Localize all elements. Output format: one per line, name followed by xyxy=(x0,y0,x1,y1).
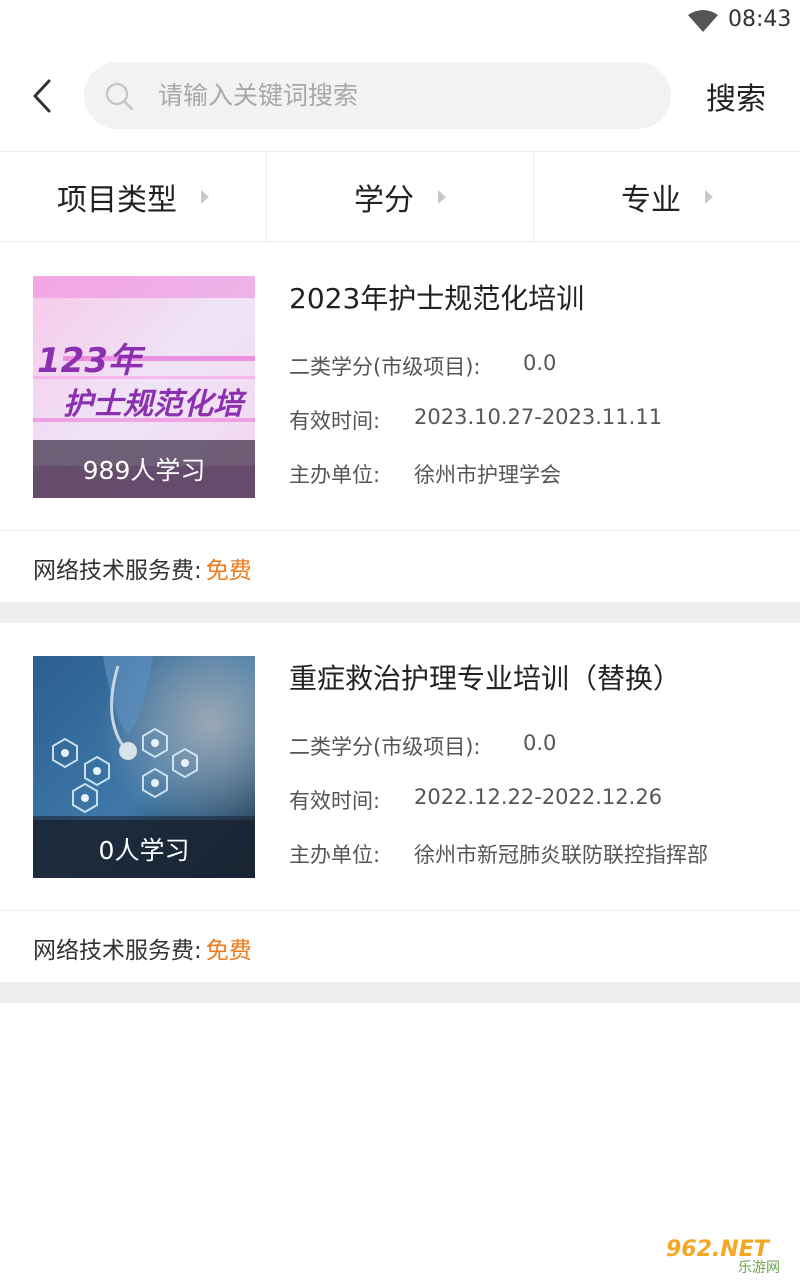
fee-value: 免费 xyxy=(205,938,252,964)
fee-row: 网络技术服务费: 免费 xyxy=(33,931,252,965)
learner-count: 989人学习 xyxy=(33,440,255,498)
valid-time-value: 2022.12.22-2022.12.26 xyxy=(414,785,663,809)
credit-label: 二类学分(市级项目): xyxy=(289,735,481,759)
credit-row: 二类学分(市级项目): 0.0 xyxy=(289,731,556,761)
valid-time-value: 2023.10.27-2023.11.11 xyxy=(414,405,663,429)
chevron-left-icon xyxy=(33,79,51,113)
host-value: 徐州市新冠肺炎联防联控指挥部 xyxy=(414,843,708,867)
watermark-logo: 962.NET 乐游网 xyxy=(660,1232,795,1276)
fee-label: 网络技术服务费: xyxy=(33,938,202,964)
learner-count: 0人学习 xyxy=(33,820,255,878)
credit-label: 二类学分(市级项目): xyxy=(289,355,481,379)
filter-credit[interactable]: 学分 xyxy=(267,152,534,241)
caret-right-icon xyxy=(438,189,446,204)
search-input[interactable] xyxy=(158,70,648,120)
thumbnail-text: 123年 xyxy=(37,341,146,381)
course-thumbnail: 0人学习 xyxy=(33,656,255,878)
host-row: 主办单位: 徐州市护理学会 xyxy=(289,459,561,489)
filter-label: 专业 xyxy=(621,182,681,218)
valid-time-row: 有效时间: 2023.10.27-2023.11.11 xyxy=(289,405,662,435)
wifi-icon xyxy=(688,10,718,32)
search-box[interactable] xyxy=(84,62,671,129)
watermark-text: 962.NET xyxy=(666,1237,771,1262)
thumbnail-text: 护士规范化培 xyxy=(63,387,247,422)
host-label: 主办单位: xyxy=(289,843,381,867)
caret-right-icon xyxy=(201,189,209,204)
search-button[interactable]: 搜索 xyxy=(694,74,778,118)
credit-value: 0.0 xyxy=(523,351,557,375)
course-card[interactable]: 123年 护士规范化培 989人学习 2023年护士规范化培训 二类学分(市级项… xyxy=(0,243,800,623)
card-divider xyxy=(0,602,800,623)
course-card-body[interactable]: 0人学习 重症救治护理专业培训（替换） 二类学分(市级项目): 0.0 有效时间… xyxy=(0,623,800,911)
host-label: 主办单位: xyxy=(289,463,381,487)
filter-label: 项目类型 xyxy=(57,182,177,218)
course-card-body[interactable]: 123年 护士规范化培 989人学习 2023年护士规范化培训 二类学分(市级项… xyxy=(0,243,800,531)
host-value: 徐州市护理学会 xyxy=(414,463,561,487)
valid-time-label: 有效时间: xyxy=(289,789,381,813)
filter-label: 学分 xyxy=(354,182,414,218)
credit-row: 二类学分(市级项目): 0.0 xyxy=(289,351,556,381)
fee-row: 网络技术服务费: 免费 xyxy=(33,551,252,585)
status-bar: 08:43 xyxy=(0,0,800,44)
filter-specialty[interactable]: 专业 xyxy=(534,152,800,241)
caret-right-icon xyxy=(705,189,713,204)
filter-project-type[interactable]: 项目类型 xyxy=(0,152,267,241)
course-thumbnail: 123年 护士规范化培 989人学习 xyxy=(33,276,255,498)
valid-time-label: 有效时间: xyxy=(289,409,381,433)
filter-bar: 项目类型 学分 专业 xyxy=(0,151,800,242)
status-time: 08:43 xyxy=(728,7,792,32)
header: 搜索 xyxy=(0,44,800,150)
fee-label: 网络技术服务费: xyxy=(33,558,202,584)
fee-value: 免费 xyxy=(205,558,252,584)
course-title[interactable]: 2023年护士规范化培训 xyxy=(289,277,584,317)
host-row: 主办单位: 徐州市新冠肺炎联防联控指挥部 xyxy=(289,839,708,869)
watermark-subtext: 乐游网 xyxy=(738,1260,780,1276)
search-icon xyxy=(105,82,134,111)
course-card[interactable]: 0人学习 重症救治护理专业培训（替换） 二类学分(市级项目): 0.0 有效时间… xyxy=(0,623,800,1003)
card-divider xyxy=(0,982,800,1003)
valid-time-row: 有效时间: 2022.12.22-2022.12.26 xyxy=(289,785,662,815)
back-button[interactable] xyxy=(24,74,60,118)
credit-value: 0.0 xyxy=(523,731,557,755)
course-title[interactable]: 重症救治护理专业培训（替换） xyxy=(289,657,681,697)
